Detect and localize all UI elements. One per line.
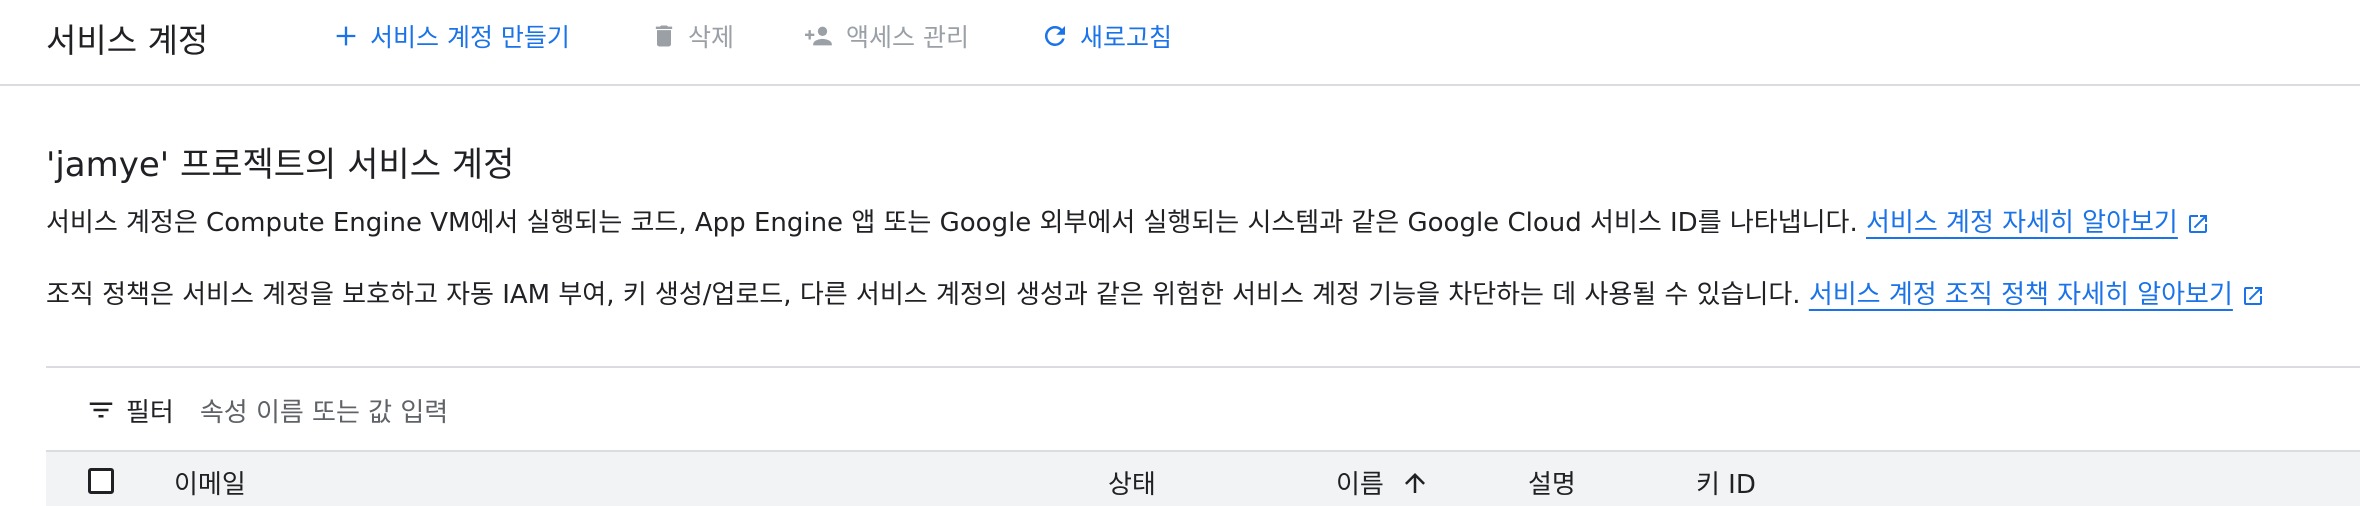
column-key-id[interactable]: 키 ID (1696, 464, 1756, 501)
description-org-policy: 조직 정책은 서비스 계정을 보호하고 자동 IAM 부여, 키 생성/업로드,… (46, 274, 2265, 311)
learn-more-service-accounts-link[interactable]: 서비스 계정 자세히 알아보기 (1866, 208, 2178, 238)
person-add-icon (805, 26, 832, 46)
column-email[interactable]: 이메일 (174, 464, 246, 501)
filter-input[interactable]: 속성 이름 또는 값 입력 (200, 392, 448, 429)
column-status[interactable]: 상태 (1108, 464, 1156, 501)
refresh-button[interactable]: 새로고침 (1040, 18, 1172, 54)
toolbar: 서비스 계정 서비스 계정 만들기 삭제 액세스 관리 새로고침 (0, 0, 2360, 86)
description-text-1: 서비스 계정은 Compute Engine VM에서 실행되는 코드, App… (46, 208, 1858, 238)
plus-icon (336, 26, 356, 46)
column-description[interactable]: 설명 (1528, 464, 1576, 501)
create-service-account-button[interactable]: 서비스 계정 만들기 (332, 18, 570, 54)
description-service-accounts: 서비스 계정은 Compute Engine VM에서 실행되는 코드, App… (46, 202, 2210, 239)
learn-more-org-policy-link[interactable]: 서비스 계정 조직 정책 자세히 알아보기 (1809, 280, 2233, 310)
section-divider (46, 366, 2360, 368)
table-header: 이메일 상태 이름 설명 키 ID (46, 450, 2360, 506)
refresh-label: 새로고침 (1080, 23, 1173, 52)
delete-button[interactable]: 삭제 (650, 18, 734, 54)
refresh-icon (1044, 25, 1065, 46)
external-link-icon (2243, 286, 2262, 305)
external-link-icon (2188, 214, 2207, 233)
manage-access-button[interactable]: 액세스 관리 (802, 18, 969, 54)
description-text-2: 조직 정책은 서비스 계정을 보호하고 자동 IAM 부여, 키 생성/업로드,… (46, 280, 1801, 310)
create-service-account-label: 서비스 계정 만들기 (370, 23, 570, 52)
delete-label: 삭제 (688, 23, 735, 52)
column-name-label: 이름 (1336, 470, 1384, 500)
trash-icon (655, 25, 673, 47)
filter-label: 필터 (126, 397, 174, 428)
section-title: 'jamye' 프로젝트의 서비스 계정 (46, 145, 515, 185)
column-name[interactable]: 이름 (1336, 464, 1430, 501)
filter-icon (89, 402, 113, 418)
select-all-checkbox[interactable] (88, 468, 114, 494)
sort-arrow-up-icon (1404, 472, 1425, 493)
page-title: 서비스 계정 (46, 21, 209, 60)
filter-bar[interactable]: 필터 속성 이름 또는 값 입력 (86, 390, 448, 430)
manage-access-label: 액세스 관리 (846, 23, 969, 52)
